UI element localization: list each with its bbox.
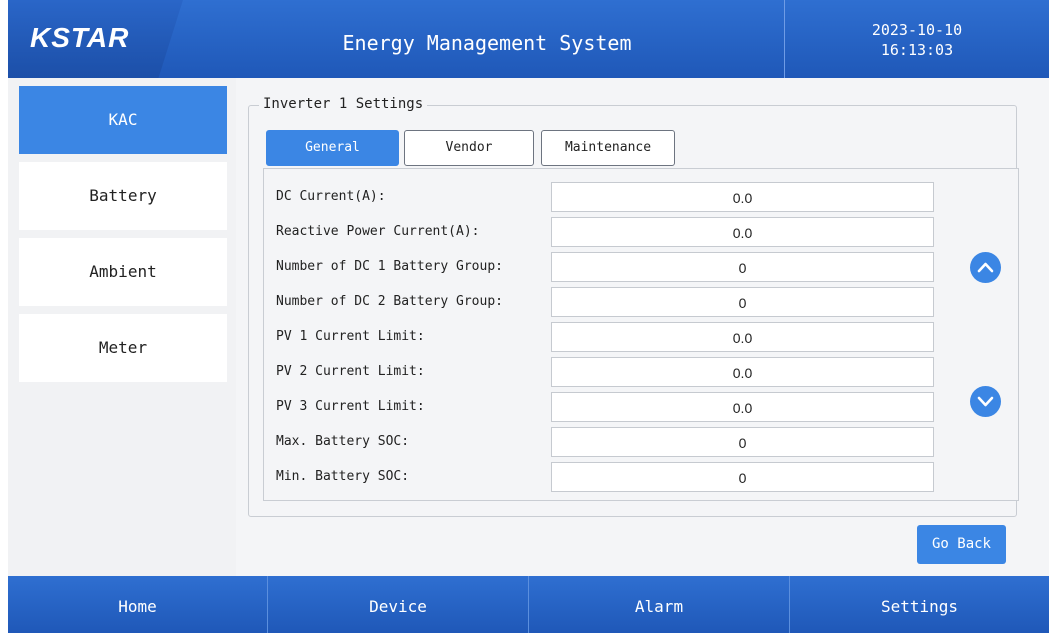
date-text: 2023-10-10: [871, 21, 963, 39]
chevron-down-icon: [977, 396, 994, 407]
nav-home[interactable]: Home: [8, 576, 267, 633]
scroll-down-button[interactable]: [970, 386, 1001, 417]
go-back-button[interactable]: Go Back: [917, 525, 1006, 564]
settings-panel: Inverter 1 Settings General Vendor Maint…: [236, 78, 1049, 576]
logo-area: KSTAR: [8, 0, 183, 78]
sidebar-item-kac[interactable]: KAC: [19, 86, 227, 154]
datetime-display: 2023-10-10 16:13:03: [784, 0, 1049, 78]
row-value[interactable]: 0.0: [551, 322, 934, 352]
row-label: PV 1 Current Limit:: [276, 329, 425, 344]
row-label: Min. Battery SOC:: [276, 469, 410, 484]
nav-alarm[interactable]: Alarm: [529, 576, 789, 633]
app-title: Energy Management System: [342, 31, 632, 55]
chevron-up-icon: [977, 262, 994, 273]
device-sidebar: KAC Battery Ambient Meter: [8, 78, 236, 576]
sidebar-item-battery[interactable]: Battery: [19, 162, 227, 230]
row-label: Max. Battery SOC:: [276, 434, 410, 449]
bottom-nav: Home Device Alarm Settings: [8, 576, 1049, 633]
time-text: 16:13:03: [880, 41, 954, 59]
row-value[interactable]: 0.0: [551, 182, 934, 212]
row-value[interactable]: 0: [551, 252, 934, 282]
nav-device[interactable]: Device: [268, 576, 528, 633]
tab-general[interactable]: General: [266, 130, 399, 166]
row-label: PV 2 Current Limit:: [276, 364, 425, 379]
row-label: Number of DC 2 Battery Group:: [276, 294, 503, 309]
row-value[interactable]: 0: [551, 427, 934, 457]
kstar-logo: KSTAR: [30, 22, 130, 53]
sidebar-item-meter[interactable]: Meter: [19, 314, 227, 382]
row-label: DC Current(A):: [276, 189, 386, 204]
row-value[interactable]: 0.0: [551, 392, 934, 422]
row-label: Number of DC 1 Battery Group:: [276, 259, 503, 274]
tab-maintenance[interactable]: Maintenance: [541, 130, 675, 166]
row-label: Reactive Power Current(A):: [276, 224, 480, 239]
sidebar-item-ambient[interactable]: Ambient: [19, 238, 227, 306]
row-value[interactable]: 0: [551, 287, 934, 317]
settings-list: DC Current(A): 0.0 Reactive Power Curren…: [263, 168, 1019, 501]
row-value[interactable]: 0.0: [551, 217, 934, 247]
row-value[interactable]: 0: [551, 462, 934, 492]
header-bar: KSTAR Energy Management System 2023-10-1…: [8, 0, 1049, 78]
nav-settings[interactable]: Settings: [790, 576, 1049, 633]
scroll-up-button[interactable]: [970, 252, 1001, 283]
row-value[interactable]: 0.0: [551, 357, 934, 387]
row-label: PV 3 Current Limit:: [276, 399, 425, 414]
section-title: Inverter 1 Settings: [259, 96, 428, 112]
tab-vendor[interactable]: Vendor: [404, 130, 534, 166]
